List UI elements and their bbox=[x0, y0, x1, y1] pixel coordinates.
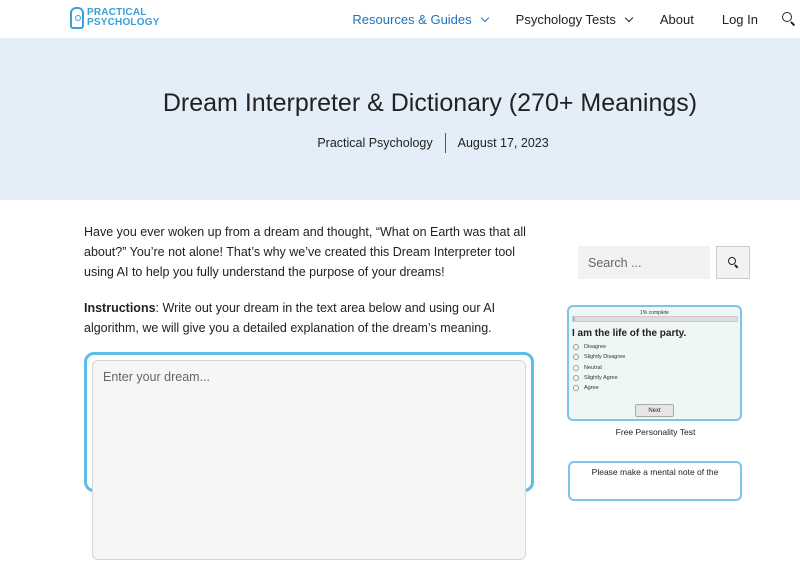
option-label: Disagree bbox=[584, 344, 607, 351]
option-label: Neutral bbox=[584, 364, 602, 371]
note-text: Please make a mental note of the bbox=[591, 467, 719, 477]
dream-textarea[interactable] bbox=[92, 360, 526, 560]
quiz-options: Disagree Slightly Disagree Neutral Sligh… bbox=[573, 342, 625, 393]
quiz-question: I am the life of the party. bbox=[572, 328, 687, 339]
personality-quiz-widget: 1% complete I am the life of the party. … bbox=[567, 305, 742, 421]
quiz-option[interactable]: Disagree bbox=[573, 342, 625, 352]
nav-label: Resources & Guides bbox=[352, 11, 472, 27]
site-logo[interactable]: PRACTICAL PSYCHOLOGY bbox=[70, 7, 160, 29]
nav-label: Log In bbox=[721, 11, 758, 27]
nav-psychology-tests[interactable]: Psychology Tests bbox=[515, 11, 634, 27]
quiz-option[interactable]: Slightly Agree bbox=[573, 373, 625, 383]
dream-input-box bbox=[84, 352, 534, 560]
post-author[interactable]: Practical Psychology bbox=[317, 136, 432, 150]
post-meta: Practical Psychology August 17, 2023 bbox=[0, 133, 800, 153]
top-navigation: PRACTICAL PSYCHOLOGY Resources & Guides … bbox=[0, 0, 800, 38]
radio-button[interactable] bbox=[573, 385, 579, 392]
post-date: August 17, 2023 bbox=[457, 136, 549, 150]
nav-resources-guides[interactable]: Resources & Guides bbox=[352, 11, 489, 27]
quiz-option[interactable]: Neutral bbox=[573, 363, 625, 373]
nav-label: Psychology Tests bbox=[515, 11, 616, 27]
mental-note-card: Please make a mental note of the bbox=[568, 461, 742, 501]
search-input[interactable] bbox=[578, 246, 710, 279]
radio-button[interactable] bbox=[573, 344, 579, 351]
instructions-paragraph: Instructions: Write out your dream in th… bbox=[84, 298, 534, 338]
quiz-caption[interactable]: Free Personality Test bbox=[567, 427, 744, 437]
option-label: Slightly Agree bbox=[584, 375, 618, 382]
logo-line-2: PSYCHOLOGY bbox=[87, 17, 160, 28]
logo-wordmark: PRACTICAL PSYCHOLOGY bbox=[87, 8, 160, 28]
nav-about[interactable]: About bbox=[660, 12, 694, 27]
quiz-progress-fill bbox=[573, 317, 575, 321]
hero-wave-divider bbox=[0, 178, 800, 200]
quiz-option[interactable]: Slightly Disagree bbox=[573, 352, 625, 362]
quiz-progress-bar bbox=[572, 316, 738, 322]
radio-button[interactable] bbox=[573, 354, 579, 361]
logo-lightbulb-icon bbox=[70, 7, 84, 29]
option-label: Agree bbox=[584, 385, 599, 392]
chevron-down-icon bbox=[480, 13, 489, 22]
radio-button[interactable] bbox=[573, 364, 579, 371]
nav-log-in[interactable]: Log In bbox=[722, 12, 758, 27]
intro-paragraph: Have you ever woken up from a dream and … bbox=[84, 225, 526, 279]
radio-button[interactable] bbox=[573, 375, 579, 382]
chevron-down-icon bbox=[624, 13, 634, 22]
instructions-label: Instructions bbox=[84, 301, 156, 315]
page-title: Dream Interpreter & Dictionary (270+ Mea… bbox=[162, 89, 698, 117]
search-button[interactable] bbox=[716, 246, 750, 279]
meta-divider bbox=[444, 133, 446, 153]
hero-banner bbox=[0, 38, 800, 200]
option-label: Slightly Disagree bbox=[584, 354, 626, 361]
quiz-next-button[interactable]: Next bbox=[635, 404, 674, 417]
quiz-option[interactable]: Agree bbox=[573, 383, 625, 393]
main-menu: Resources & Guides Psychology Tests Abou… bbox=[324, 0, 796, 38]
sidebar-search bbox=[578, 246, 750, 279]
nav-label: About bbox=[659, 11, 694, 27]
article-content: Have you ever woken up from a dream and … bbox=[84, 222, 534, 354]
search-icon[interactable] bbox=[782, 12, 796, 26]
